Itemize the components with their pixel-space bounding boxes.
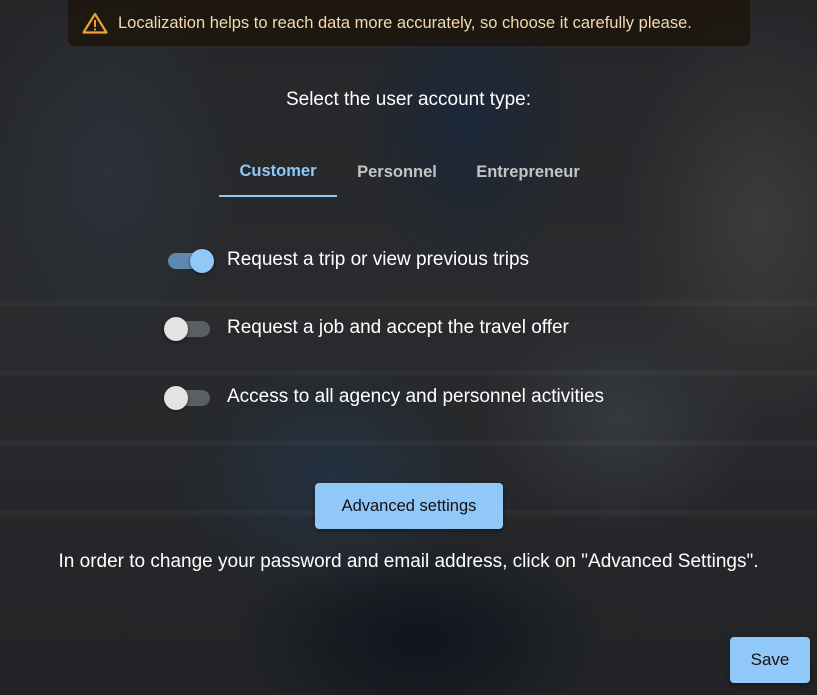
trips-toggle[interactable] (164, 245, 214, 275)
advanced-settings-button[interactable]: Advanced settings (315, 483, 503, 529)
advanced-settings-hint: In order to change your password and ema… (58, 551, 759, 572)
tab-customer[interactable]: Customer (219, 148, 337, 197)
warning-message: Localization helps to reach data more ac… (118, 13, 692, 32)
warning-icon (82, 12, 108, 34)
tab-entrepreneur[interactable]: Entrepreneur (457, 148, 599, 197)
agency-toggle[interactable] (164, 382, 214, 412)
permission-row-jobs: Request a job and accept the travel offe… (164, 313, 569, 343)
jobs-toggle[interactable] (164, 313, 214, 343)
permission-row-trips: Request a trip or view previous trips (164, 245, 529, 275)
permission-row-agency: Access to all agency and personnel activ… (164, 382, 604, 412)
account-type-title: Select the user account type: (285, 89, 532, 110)
agency-toggle-label: Access to all agency and personnel activ… (227, 386, 605, 407)
tab-personnel[interactable]: Personnel (337, 148, 457, 197)
account-type-tabs: Customer Personnel Entrepreneur (219, 148, 599, 197)
localization-warning-banner: Localization helps to reach data more ac… (68, 0, 750, 46)
trips-toggle-label: Request a trip or view previous trips (227, 249, 530, 270)
jobs-toggle-label: Request a job and accept the travel offe… (227, 317, 569, 338)
save-button[interactable]: Save (730, 637, 810, 683)
